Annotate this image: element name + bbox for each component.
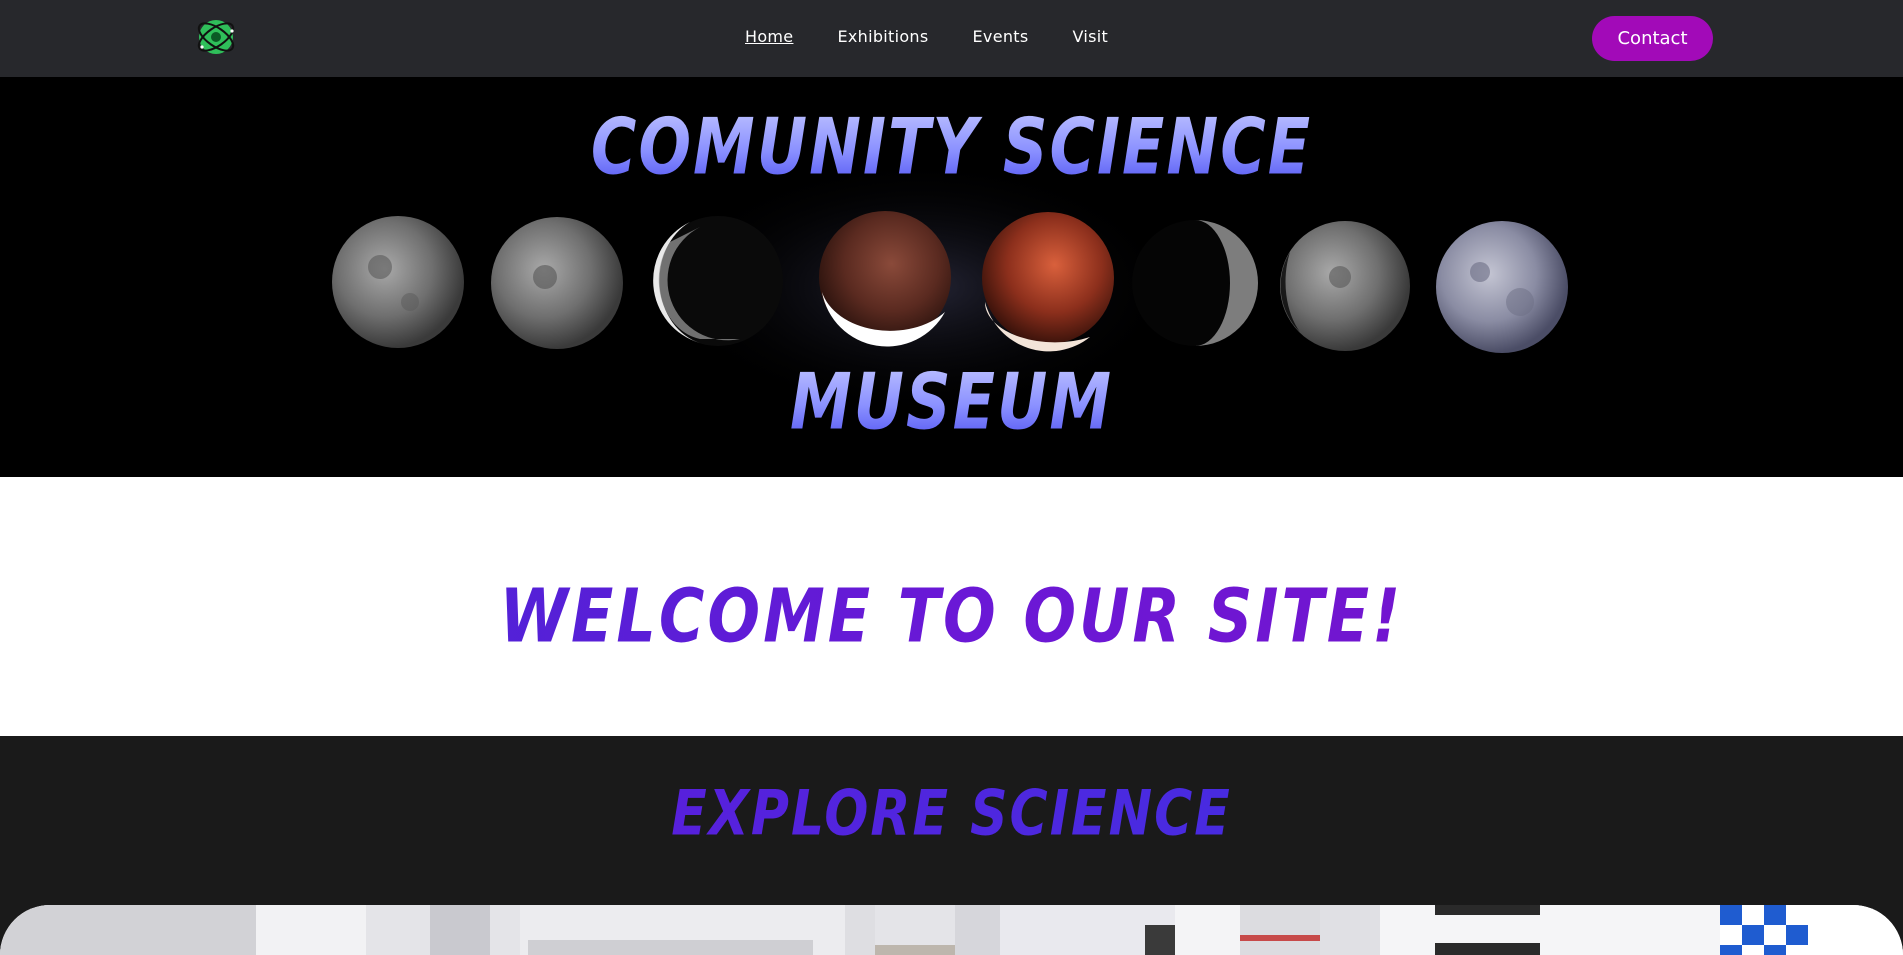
nav-exhibitions-link[interactable]: Exhibitions bbox=[837, 26, 928, 48]
explore-heading: Explore Science bbox=[0, 778, 1903, 850]
nav-visit-link[interactable]: Visit bbox=[1073, 26, 1109, 48]
hero-title-line1: Comunity Science bbox=[0, 101, 1903, 192]
hero-banner: Comunity Science Museum bbox=[0, 77, 1903, 477]
contact-button[interactable]: Contact bbox=[1592, 16, 1713, 61]
hero-title-line2: Museum bbox=[0, 356, 1903, 447]
welcome-heading: Welcome to our site! bbox=[0, 572, 1903, 660]
nav-events-link[interactable]: Events bbox=[973, 26, 1029, 48]
atom-logo-icon[interactable] bbox=[194, 14, 238, 60]
site-header: Home Exhibitions Events Visit Contact bbox=[0, 0, 1903, 77]
explore-section: Explore Science bbox=[0, 736, 1903, 955]
museum-interior-scene bbox=[0, 905, 1903, 955]
main-nav: Home Exhibitions Events Visit bbox=[745, 26, 1152, 48]
welcome-section: Welcome to our site! bbox=[0, 477, 1903, 736]
nav-home-link[interactable]: Home bbox=[745, 26, 793, 48]
museum-interior-image bbox=[0, 905, 1903, 955]
